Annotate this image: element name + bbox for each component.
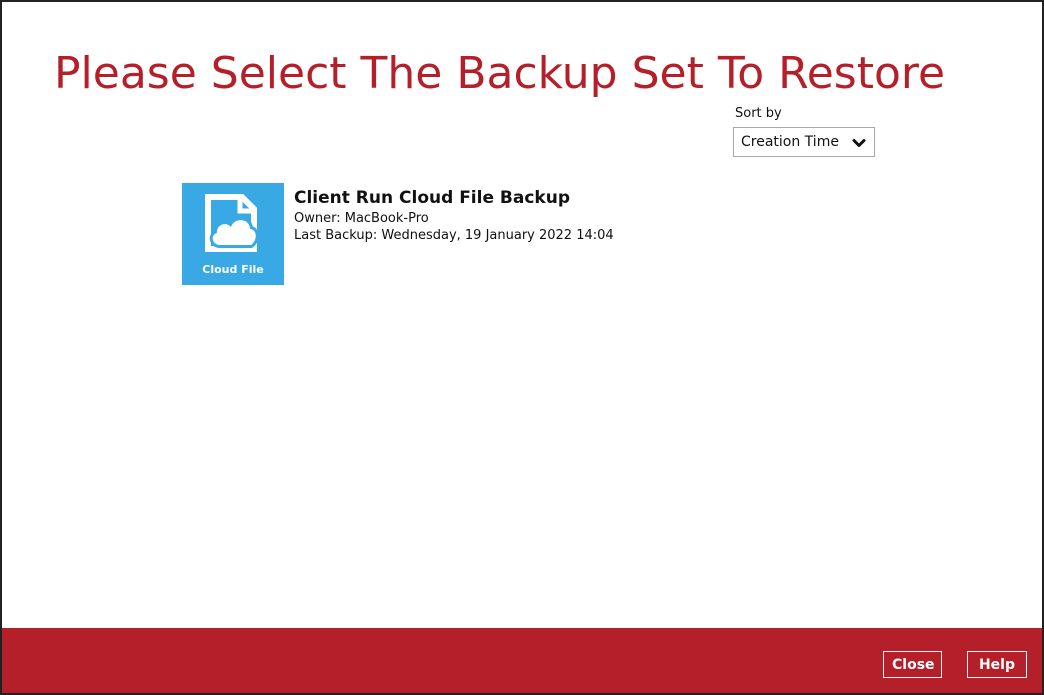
sort-by-select[interactable]: Creation Time xyxy=(733,127,875,157)
backup-set-item[interactable]: Cloud File Client Run Cloud File Backup … xyxy=(182,183,652,287)
tile-label: Cloud File xyxy=(202,263,264,276)
chevron-down-icon xyxy=(852,139,866,147)
restore-window: Please Select The Backup Set To Restore … xyxy=(0,0,1044,695)
sort-by-value: Creation Time xyxy=(741,134,839,150)
footer-bar: Close Help xyxy=(2,628,1042,693)
help-button[interactable]: Help xyxy=(967,651,1027,678)
cloud-file-tile: Cloud File xyxy=(182,183,284,285)
page-title: Please Select The Backup Set To Restore xyxy=(54,48,946,99)
backup-set-owner: Owner: MacBook-Pro xyxy=(294,211,429,226)
sort-by-label: Sort by xyxy=(735,106,782,121)
backup-set-last-backup: Last Backup: Wednesday, 19 January 2022 … xyxy=(294,228,614,243)
backup-set-name: Client Run Cloud File Backup xyxy=(294,188,570,208)
cloud-file-icon xyxy=(205,194,259,252)
close-button[interactable]: Close xyxy=(883,651,942,678)
